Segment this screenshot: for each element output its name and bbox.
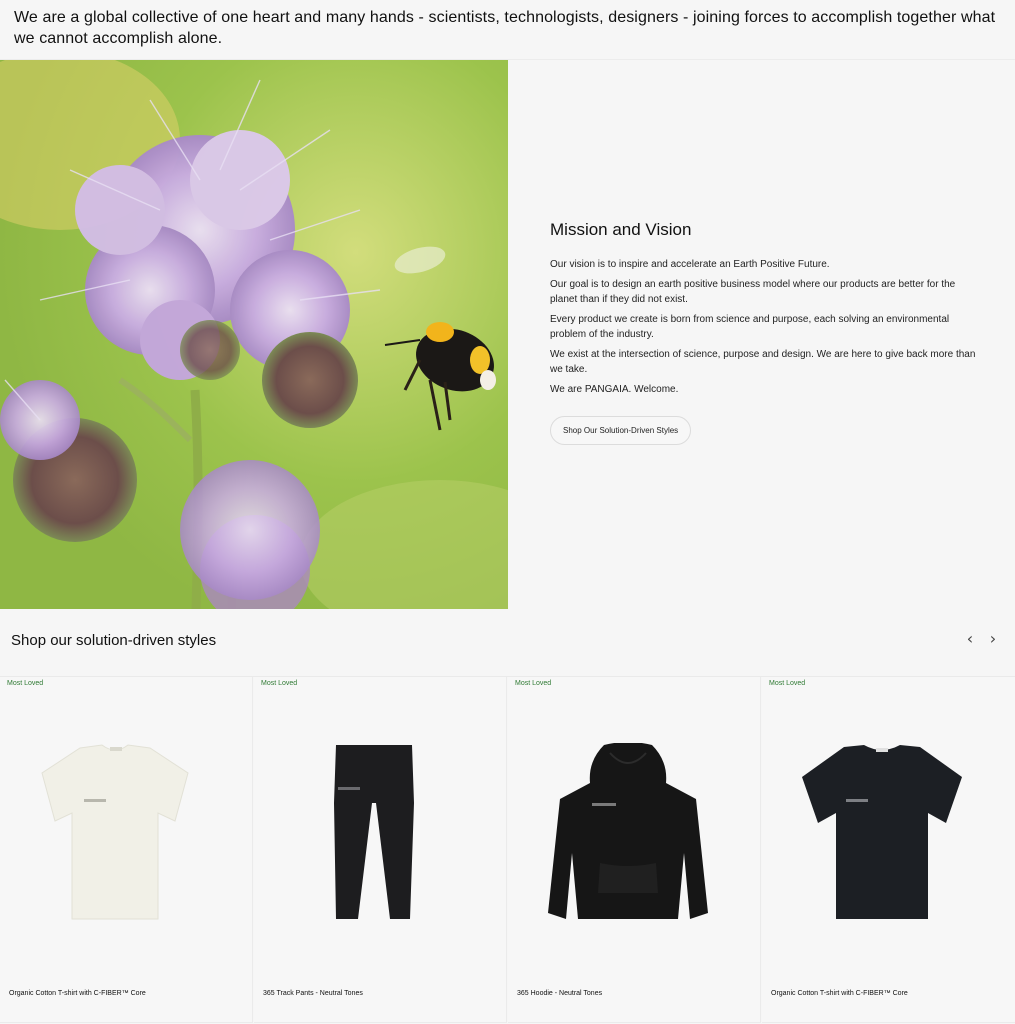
- mission-paragraph: Every product we create is born from sci…: [550, 314, 950, 340]
- black-track-pants-image: [334, 745, 414, 919]
- shop-styles-button[interactable]: Shop Our Solution-Driven Styles: [550, 416, 692, 445]
- product-name[interactable]: 365 Hoodie - Neutral Tones: [517, 990, 602, 997]
- product-card[interactable]: Most Loved 365 Track Pants - Neutral Ton…: [254, 677, 507, 1023]
- mission-paragraph: We exist at the intersection of science,…: [550, 349, 976, 375]
- hero-image: [0, 60, 508, 609]
- intro-text: We are a global collective of one heart …: [14, 9, 996, 47]
- most-loved-badge: Most Loved: [261, 680, 298, 687]
- product-card[interactable]: Most Loved 365 Hoodie - Neutral Tones: [508, 677, 761, 1023]
- mission-paragraph: Our vision is to inspire and accelerate …: [550, 259, 830, 270]
- off-white-tshirt-image: [41, 744, 189, 920]
- bee-flower-illustration: [0, 60, 508, 609]
- chevron-right-icon[interactable]: ›: [984, 628, 1002, 648]
- mission-title: Mission and Vision: [550, 220, 692, 239]
- product-name[interactable]: Organic Cotton T-shirt with C-FIBER™ Cor…: [771, 990, 908, 997]
- product-carousel: Most Loved Organic Cotton T-shirt with C…: [0, 676, 1015, 1023]
- most-loved-badge: Most Loved: [7, 680, 44, 687]
- black-hoodie-image: [548, 743, 708, 919]
- mission-paragraph: Our goal is to design an earth positive …: [550, 279, 956, 305]
- most-loved-badge: Most Loved: [769, 680, 806, 687]
- intro-section: We are a global collective of one heart …: [0, 0, 1015, 60]
- mission-panel: Mission and Vision Our vision is to insp…: [508, 60, 1015, 609]
- mission-paragraph: We are PANGAIA. Welcome.: [550, 384, 679, 395]
- product-card[interactable]: Most Loved Organic Cotton T-shirt with C…: [0, 677, 253, 1023]
- product-name[interactable]: 365 Track Pants - Neutral Tones: [263, 990, 363, 997]
- products-section-title: Shop our solution-driven styles: [11, 632, 217, 649]
- most-loved-badge: Most Loved: [515, 680, 552, 687]
- product-name[interactable]: Organic Cotton T-shirt with C-FIBER™ Cor…: [9, 990, 146, 997]
- chevron-left-icon[interactable]: ‹: [961, 628, 979, 648]
- product-card[interactable]: Most Loved Organic Cotton T-shirt with C…: [762, 677, 1015, 1023]
- black-tshirt-image: [802, 745, 962, 919]
